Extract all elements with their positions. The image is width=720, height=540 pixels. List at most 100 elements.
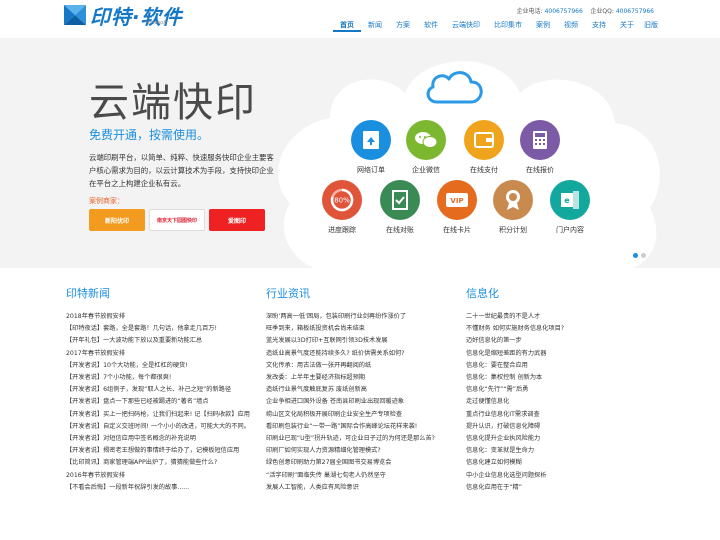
nav-item-5[interactable]: 比印集市 (487, 20, 529, 32)
list-item[interactable]: 【开发者说】10个大功能，全是杠杠的硬货! (66, 360, 266, 372)
column-title[interactable]: 信息化 (466, 285, 666, 301)
nav-item-4[interactable]: 云端快印 (445, 20, 487, 32)
nav-item-8[interactable]: 支持 (585, 20, 613, 32)
feature-label: 企业微信 (412, 166, 440, 174)
case-label: 案例商家： (89, 197, 124, 205)
progress-icon: 80% (322, 180, 362, 220)
list-item[interactable]: 企业争相进口国外设备 苍南县印刷业出现回暖迹象 (266, 396, 466, 408)
banner-title: 云端快印 (89, 80, 257, 126)
feature-points[interactable]: 积分计划 (483, 180, 543, 235)
list-item[interactable]: 文化传承：用古法做一张开再翻阅的纸 (266, 360, 466, 372)
payment-icon (464, 120, 504, 160)
list-item[interactable]: 【不看会后悔】一段新年祝辞引发的故事...... (66, 482, 266, 494)
list-item[interactable]: 发展人工智能，人类应有风险意识 (266, 482, 466, 494)
site-header: 印特·软件 Yintesoft 企业电话: 4006757966 企业QQ: 4… (0, 0, 720, 38)
contact-info: 企业电话: 4006757966 企业QQ: 4006757966 (517, 6, 654, 15)
nav-item-3[interactable]: 软件 (417, 20, 445, 32)
banner-description: 云端印刷平台，以简单、纯粹、快速服务快印企业主要客户核心需求为目的，以云计算技术… (89, 153, 274, 188)
feature-reconcile[interactable]: 在线对账 (370, 180, 430, 235)
list-item[interactable]: 走过便懂信息化 (466, 396, 666, 408)
feature-label: 进度跟踪 (328, 226, 356, 234)
list-item[interactable]: 【开年礼包】一大波功能下放以及重要新功能汇总 (66, 335, 266, 347)
news-list: 2018年春节放假安排 【印特夜话】套路，全是套路！几句话，他拿走几百万! 【开年礼… (66, 311, 266, 494)
portal-icon: e (550, 180, 590, 220)
list-item[interactable]: 2018年春节放假安排 (66, 311, 266, 323)
nav-item-2[interactable]: 方案 (389, 20, 417, 32)
feature-payment[interactable]: 在线支付 (454, 120, 514, 175)
list-item[interactable]: 提升认识，打破信息化障碍 (466, 421, 666, 433)
list-item[interactable]: 信息化：变革就是生命力 (466, 445, 666, 457)
list-item[interactable]: 中小企业信息化选型问题探析 (466, 470, 666, 482)
list-item[interactable]: 深盼‘两高一低’困局，包装印刷行业剑再纷作涨价了 (266, 311, 466, 323)
list-item[interactable]: 【比印简讯】商家管理端APP出炉了，猜猜能做些什么? (66, 457, 266, 469)
list-item[interactable]: 旺季到来，箱板纸投资机会尚未结束 (266, 323, 466, 335)
list-item[interactable]: 【开发者说】自定义交班时间! 一个小小的改进，可能大大的不同。 (66, 421, 266, 433)
list-item[interactable]: 绿色创意印刷助力第27届全国图书交易博览会 (266, 457, 466, 469)
case-logo-2[interactable]: 南京天下园图快印 (149, 209, 205, 231)
column-title[interactable]: 印特新闻 (66, 285, 266, 301)
vip-card-icon: VIP (437, 180, 477, 220)
slider-dot-1[interactable] (633, 253, 638, 258)
list-item[interactable]: 【开发者说】对短信应用中签名概念的补充说明 (66, 433, 266, 445)
feature-online-order[interactable]: 网络订单 (341, 120, 401, 175)
list-item[interactable]: 崂山区文化局积极开展印刷企业安全生产专项检查 (266, 409, 466, 421)
list-item[interactable]: 【开发者说】6组例子，发现“取人之长、补己之短”的新路径 (66, 384, 266, 396)
list-item[interactable]: 蓝光发展以3D打印+互联网引领3D技术发展 (266, 335, 466, 347)
case-logo-3[interactable]: 爱图印 (209, 209, 265, 231)
case-logo-2-text: 南京天下园图快印 (156, 217, 197, 224)
list-item[interactable]: 信息化是缩短差距的有力武器 (466, 348, 666, 360)
list-item[interactable]: 造纸业高景气度还能持续多久? 纸价供需关系如何? (266, 348, 466, 360)
nav-item-1[interactable]: 新闻 (361, 20, 389, 32)
list-item[interactable]: 信息化提升企业执风险能力 (466, 433, 666, 445)
case-logo-1-text: 新阳优印 (104, 217, 129, 225)
logo-text: 印特·软件 (90, 4, 183, 29)
nav-item-10[interactable]: 旧版 (641, 20, 661, 32)
nav-item-7[interactable]: 视频 (557, 20, 585, 32)
feature-progress[interactable]: 80% 进度跟踪 (312, 180, 372, 235)
it-list: 二十一世纪最贵的不是人才 不懂财务 如何实施财务信息化项目? 迈好信息化的第一步 信息… (466, 311, 666, 494)
nav-item-6[interactable]: 案例 (529, 20, 557, 32)
list-item[interactable]: 迈好信息化的第一步 (466, 335, 666, 347)
list-item[interactable]: 造纸行业景气度触底复苏 废纸创新高 (266, 384, 466, 396)
list-item[interactable]: 二十一世纪最贵的不是人才 (466, 311, 666, 323)
feature-label: 在线卡片 (443, 226, 471, 234)
progress-badge: 80% (334, 197, 350, 205)
feature-card[interactable]: VIP 在线卡片 (427, 180, 487, 235)
list-item[interactable]: 【开发者说】盘点一下那些已经被踢进的“著名”墙点 (66, 396, 266, 408)
list-item[interactable]: 印刷厂如何实现人力资源精细化管理模式? (266, 445, 466, 457)
list-item[interactable]: 看印刷包装行业“一带一路”国际合作高峰论坛花样来袭! (266, 421, 466, 433)
logo-mark-icon (64, 5, 86, 25)
case-logo-1[interactable]: 新阳优印 (89, 209, 145, 231)
list-item[interactable]: 信息化“先行”“需”后勇 (466, 384, 666, 396)
list-item[interactable]: 2017年春节放假安排 (66, 348, 266, 360)
phone-label: 企业电话: (516, 8, 543, 15)
list-item[interactable]: 发改委：上半年主要经济指标超预期 (266, 372, 466, 384)
list-item[interactable]: 重点行业信息化IT需求调查 (466, 409, 666, 421)
nav-item-9[interactable]: 关于 (613, 20, 641, 32)
logo-english: Yintesoft (145, 20, 167, 26)
list-item[interactable]: 信息化建立如何模糊 (466, 457, 666, 469)
list-item[interactable]: 信息化：要在整合应用 (466, 360, 666, 372)
feature-portal[interactable]: e 门户内容 (540, 180, 600, 235)
feature-label: 网络订单 (357, 166, 385, 174)
vip-badge: VIP (450, 197, 463, 205)
list-item[interactable]: 【开发者说】买上一把扫码枪，让我们扫起来! 记【扫码收款】应用 (66, 409, 266, 421)
feature-wechat[interactable]: 企业微信 (396, 120, 456, 175)
list-item[interactable]: 印刷业已现“U型”拐升轨迹，可企业日子过的为何还是那么苦? (266, 433, 466, 445)
case-logo-3-text: 爱图印 (227, 217, 246, 225)
list-item[interactable]: 2016年春节放假安排 (66, 470, 266, 482)
cloud-icon (426, 71, 483, 104)
feature-quote[interactable]: 在线报价 (510, 120, 570, 175)
list-item[interactable]: “活字印刷”面临失传 巢湖七旬老人仍然坚守 (266, 470, 466, 482)
list-item[interactable]: 信息化应用在于“精” (466, 482, 666, 494)
list-item[interactable]: 信息化：集权控制 创新为本 (466, 372, 666, 384)
list-item[interactable]: 【开发者说】7个小功能，每个都很爽! (66, 372, 266, 384)
list-item[interactable]: 不懂财务 如何实施财务信息化项目? (466, 323, 666, 335)
slider-dot-2[interactable] (641, 253, 646, 258)
phone-number: 4006757966 (544, 8, 583, 15)
nav-item-0[interactable]: 首页 (333, 20, 361, 32)
qq-number: 4006757966 (615, 8, 654, 15)
column-title[interactable]: 行业资讯 (266, 285, 466, 301)
list-item[interactable]: 【印特夜话】套路，全是套路！几句话，他拿走几百万! (66, 323, 266, 335)
list-item[interactable]: 【开发者说】揭密老王想做的事情终于给办了，记模板短信应用 (66, 445, 266, 457)
